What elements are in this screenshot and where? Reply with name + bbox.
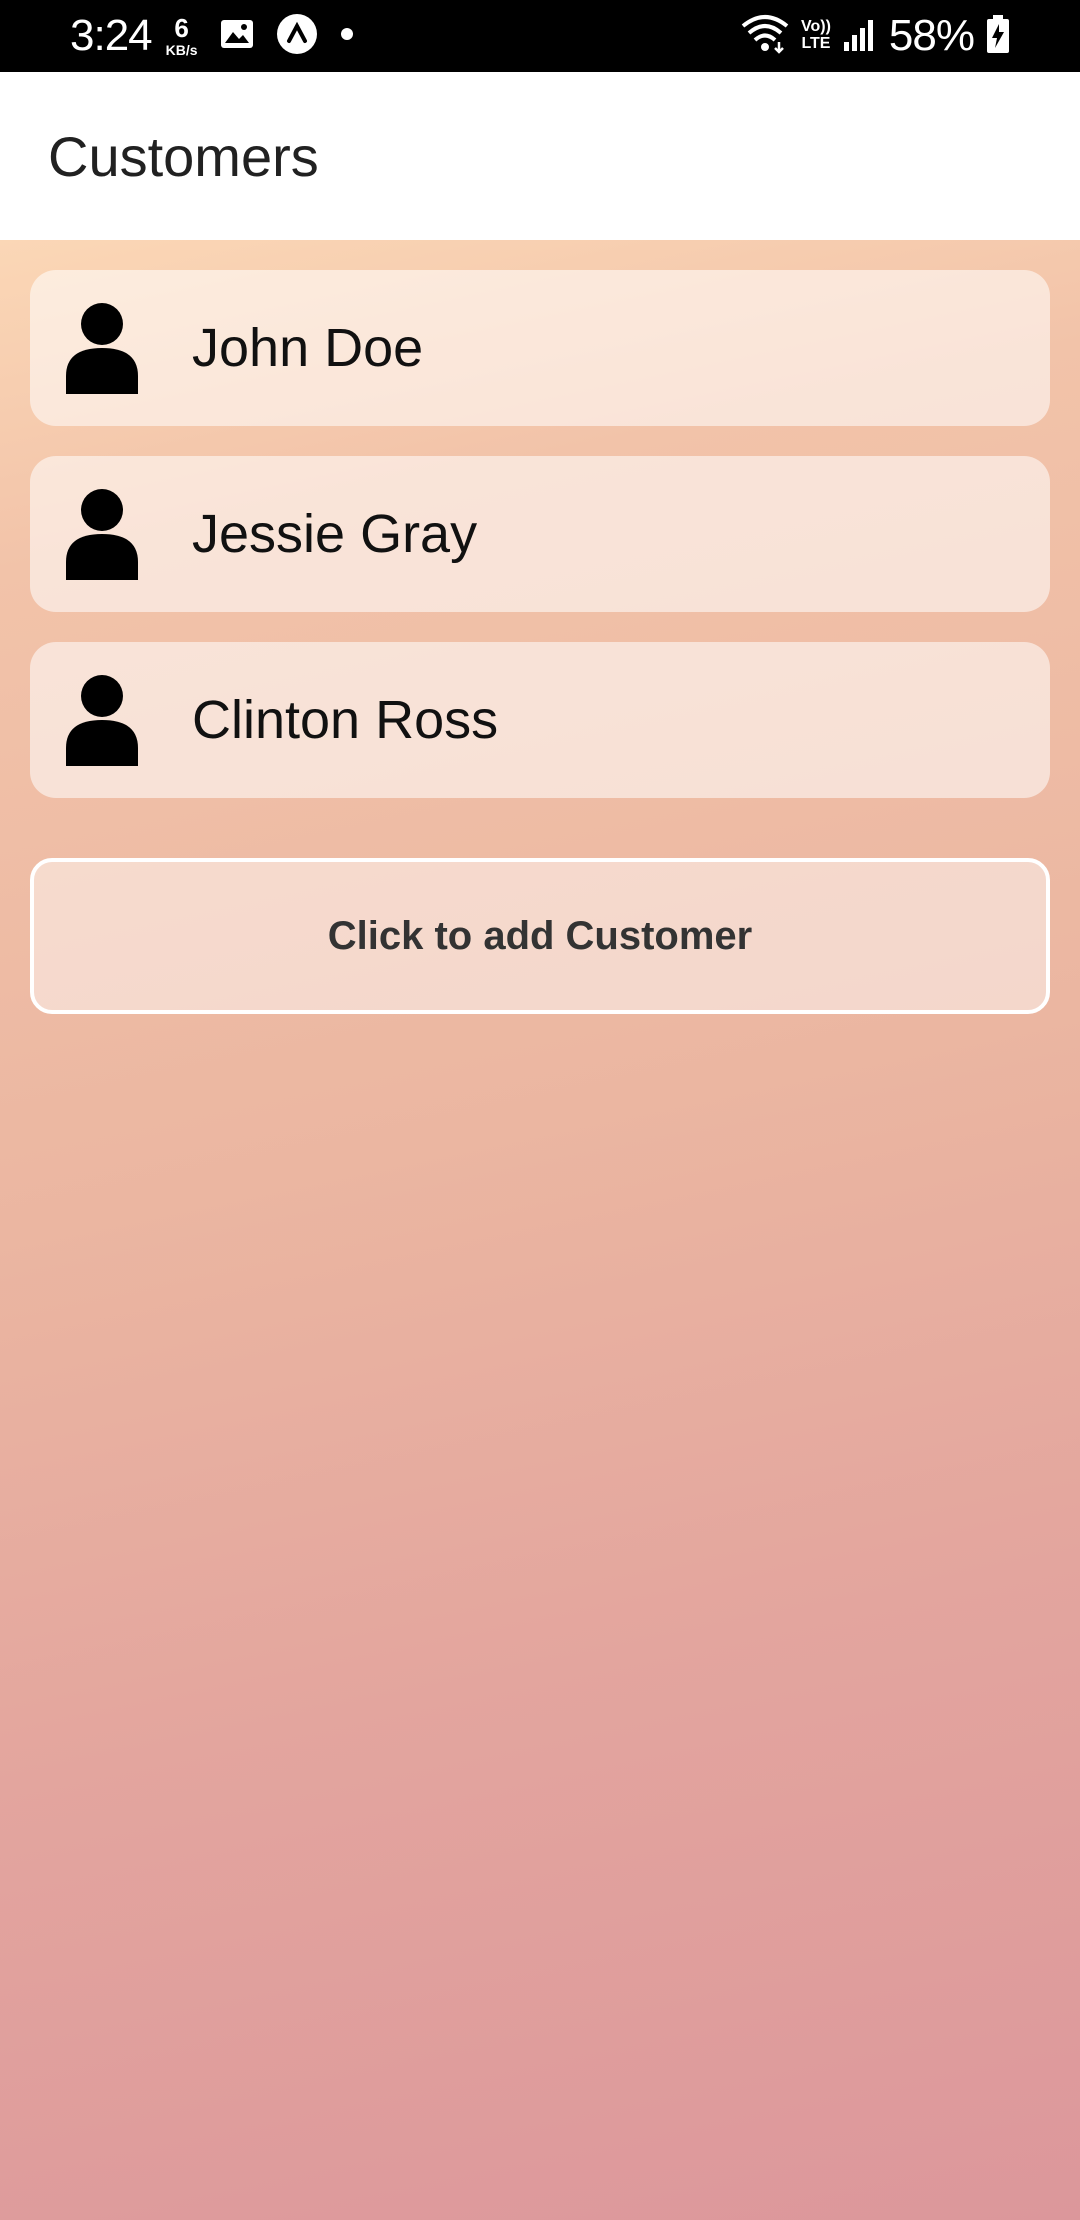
network-speed-unit: KB/s xyxy=(165,42,198,58)
network-type: Vo)) LTE xyxy=(801,18,831,53)
app-bar: Customers xyxy=(0,72,1080,240)
customer-item-john-doe[interactable]: John Doe xyxy=(30,270,1050,426)
arrow-up-circle-icon xyxy=(276,13,318,60)
person-icon xyxy=(66,303,138,394)
network-type-top: Vo)) xyxy=(801,18,831,36)
customer-item-jessie-gray[interactable]: Jessie Gray xyxy=(30,456,1050,612)
network-speed-value: 6 xyxy=(174,13,189,43)
add-customer-label: Click to add Customer xyxy=(327,913,753,958)
person-icon xyxy=(66,675,138,766)
status-bar: 3:24 6 KB/s Vo)) LTE 58% xyxy=(0,0,1080,72)
customer-name: John Doe xyxy=(192,318,424,378)
add-customer-button[interactable]: Click to add Customer xyxy=(30,858,1050,1014)
network-speed: 6 KB/s xyxy=(166,15,198,57)
customer-item-clinton-ross[interactable]: Clinton Ross xyxy=(30,642,1050,798)
customer-list-screen[interactable]: John Doe Jessie Gray Clinton Ross Click … xyxy=(0,240,1080,2220)
status-time: 3:24 xyxy=(70,11,153,60)
battery-charging-icon xyxy=(986,14,1010,59)
dot-icon xyxy=(340,27,354,46)
network-type-bottom: LTE xyxy=(801,35,831,52)
wifi-icon xyxy=(741,14,789,59)
page-title: Customers xyxy=(48,124,319,188)
person-icon xyxy=(66,489,138,580)
customer-name: Jessie Gray xyxy=(192,504,478,564)
customer-name: Clinton Ross xyxy=(192,690,499,750)
image-icon xyxy=(220,19,254,54)
battery-percent: 58% xyxy=(888,11,975,60)
signal-icon xyxy=(843,16,877,57)
